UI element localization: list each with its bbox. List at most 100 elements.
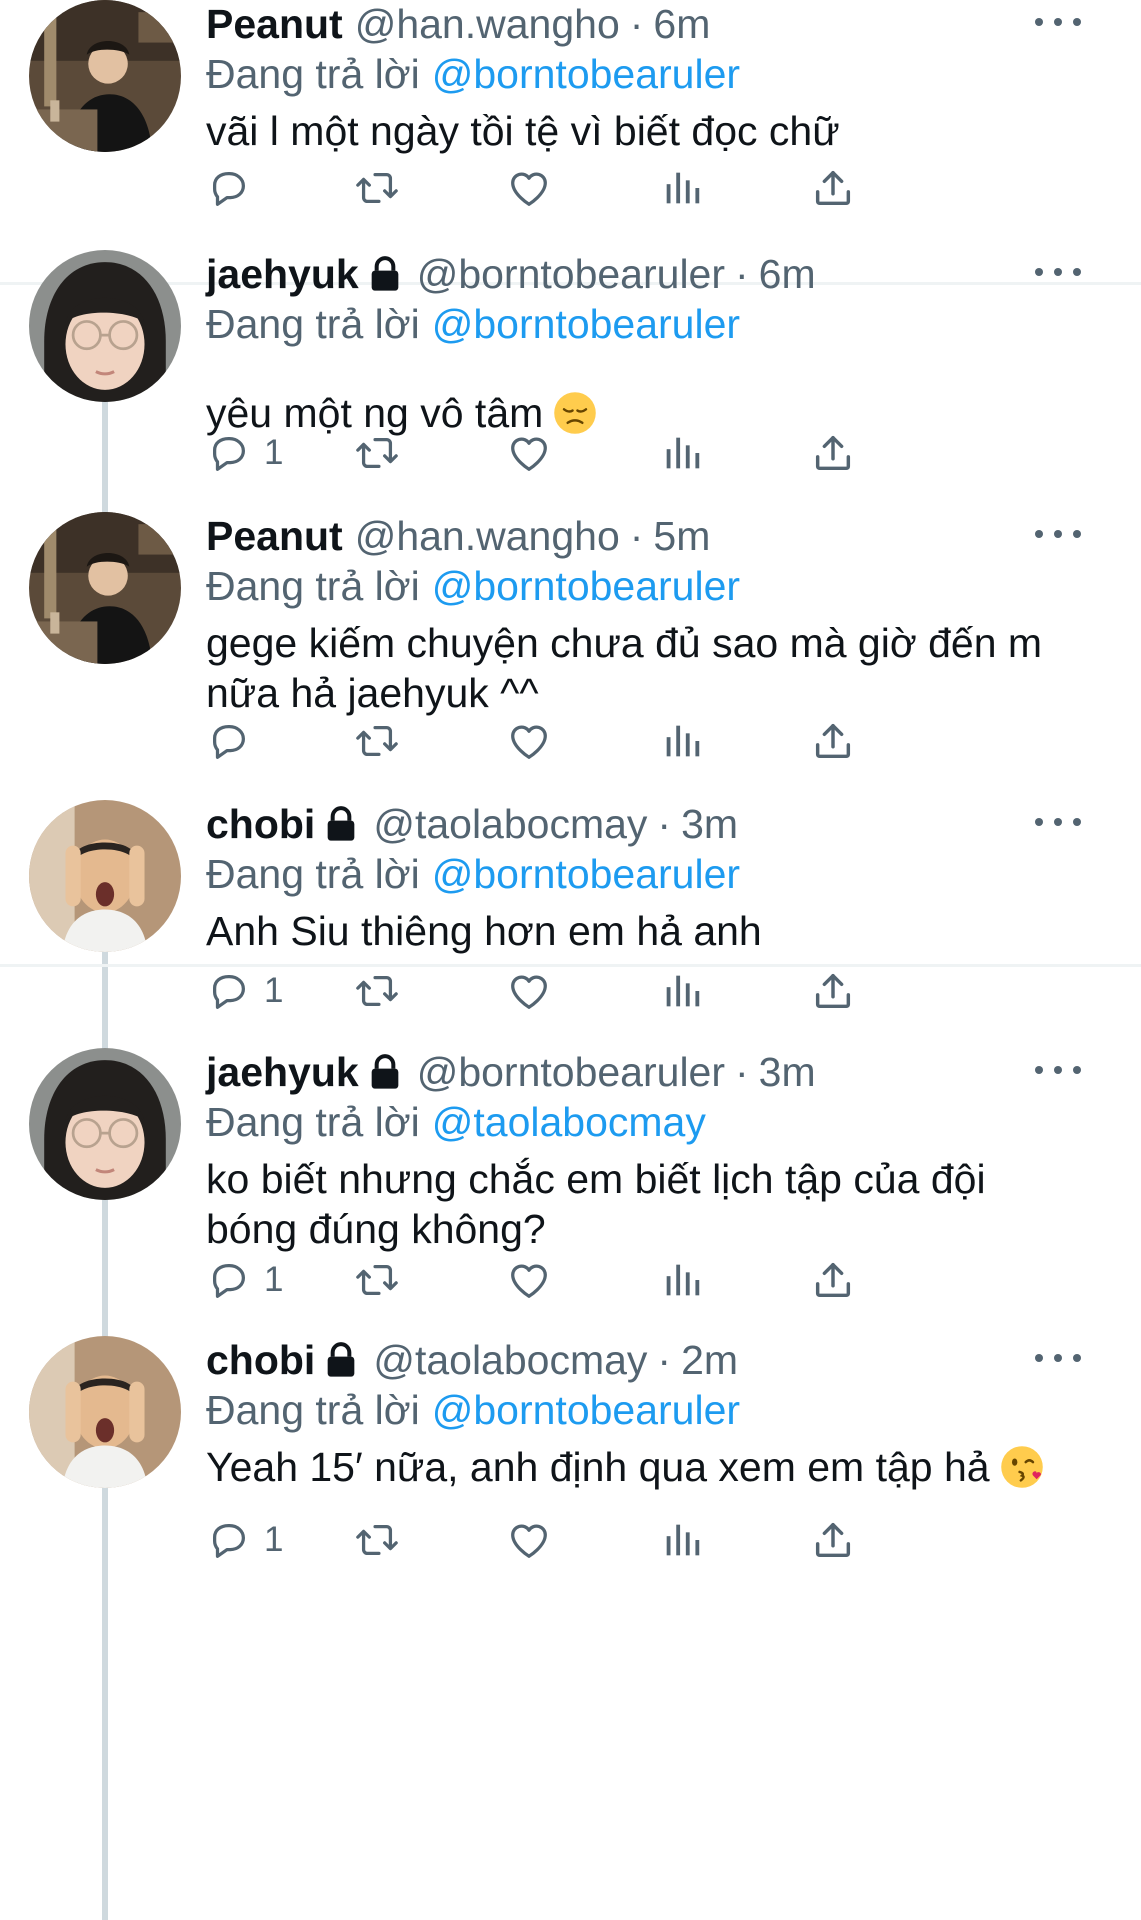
views-icon — [659, 165, 705, 211]
replying-to: Đang trả lời @borntobearuler — [206, 562, 1081, 610]
tweet-text-content: ko biết nhưng chắc em biết lịch tập của … — [206, 1156, 986, 1202]
tweet[interactable]: Peanut @han.wangho · 5m Đang trả lời @borntob… — [0, 512, 1141, 716]
views-button[interactable] — [659, 425, 705, 481]
username[interactable]: @han.wangho — [355, 0, 620, 48]
views-button[interactable] — [659, 713, 705, 769]
lock-icon — [365, 1052, 405, 1092]
share-button[interactable] — [810, 1512, 856, 1568]
username[interactable]: @borntobearuler — [417, 1048, 725, 1096]
share-icon — [810, 718, 856, 764]
action-bar: 1 — [206, 1252, 1036, 1308]
share-button[interactable] — [810, 963, 856, 1019]
reply-button[interactable] — [206, 713, 252, 769]
share-icon — [810, 165, 856, 211]
like-button[interactable] — [506, 160, 552, 216]
like-button[interactable] — [506, 1252, 552, 1308]
tweet-text-line: gege kiếm chuyện chưa đủ sao mà giờ đến … — [206, 618, 1081, 668]
reply-button[interactable] — [206, 160, 252, 216]
tweet[interactable]: jaehyuk @borntobearuler · 6m Đang trả lời @bo… — [0, 250, 1141, 436]
heart-icon — [506, 968, 552, 1014]
mention-link[interactable]: @borntobearuler — [432, 51, 740, 97]
separator-dot: · — [735, 1049, 749, 1095]
reply-button[interactable]: 1 — [206, 1512, 283, 1568]
timestamp[interactable]: 5m — [653, 512, 710, 560]
views-icon — [659, 968, 705, 1014]
tweet[interactable]: chobi @taolabocmay · 3m Đang trả lời @borntob… — [0, 800, 1141, 954]
replying-to: Đang trả lời @borntobearuler — [206, 1386, 1081, 1434]
timestamp[interactable]: 2m — [681, 1336, 738, 1384]
display-name[interactable]: chobi — [206, 800, 315, 848]
mention-link[interactable]: @taolabocmay — [432, 1099, 706, 1145]
share-button[interactable] — [810, 1252, 856, 1308]
avatar[interactable] — [29, 250, 181, 402]
timestamp[interactable]: 3m — [681, 800, 738, 848]
more-icon[interactable] — [1035, 252, 1081, 292]
replying-to-label: Đang trả lời — [206, 51, 420, 97]
reply-count: 1 — [264, 971, 284, 1010]
share-button[interactable] — [810, 713, 856, 769]
views-button[interactable] — [659, 160, 705, 216]
timestamp[interactable]: 6m — [653, 0, 710, 48]
share-icon — [810, 430, 856, 476]
reply-button[interactable]: 1 — [206, 1252, 283, 1308]
display-name[interactable]: Peanut — [206, 0, 343, 48]
more-icon[interactable] — [1035, 1338, 1081, 1378]
tweet-content: jaehyuk @borntobearuler · 3m Đang trả lời @ta… — [206, 1048, 1081, 1254]
tweet[interactable]: jaehyuk @borntobearuler · 3m Đang trả lời @ta… — [0, 1048, 1141, 1252]
tweet-text-line: bóng đúng không? — [206, 1206, 546, 1252]
username[interactable]: @taolabocmay — [373, 800, 647, 848]
retweet-button[interactable] — [354, 1512, 400, 1568]
retweet-button[interactable] — [354, 425, 400, 481]
like-button[interactable] — [506, 713, 552, 769]
more-icon[interactable] — [1035, 1050, 1081, 1090]
mention-link[interactable]: @borntobearuler — [432, 1387, 740, 1433]
views-button[interactable] — [659, 1252, 705, 1308]
display-name[interactable]: jaehyuk — [206, 250, 359, 298]
heart-icon — [506, 1257, 552, 1303]
share-button[interactable] — [810, 160, 856, 216]
username[interactable]: @han.wangho — [355, 512, 620, 560]
mention-link[interactable]: @borntobearuler — [432, 563, 740, 609]
tweet-content: jaehyuk @borntobearuler · 6m Đang trả lời @bo… — [206, 250, 1081, 438]
display-name[interactable]: jaehyuk — [206, 1048, 359, 1096]
mention-link[interactable]: @borntobearuler — [432, 851, 740, 897]
replying-to: Đang trả lời @borntobearuler — [206, 50, 1081, 98]
avatar[interactable] — [29, 800, 181, 952]
tweet[interactable]: Peanut @han.wangho · 6m Đang trả lời @borntob… — [0, 0, 1141, 154]
like-button[interactable] — [506, 425, 552, 481]
replying-to-label: Đang trả lời — [206, 301, 420, 347]
mention-link[interactable]: @borntobearuler — [432, 301, 740, 347]
like-button[interactable] — [506, 963, 552, 1019]
retweet-button[interactable] — [354, 713, 400, 769]
more-icon[interactable] — [1035, 802, 1081, 842]
display-name[interactable]: chobi — [206, 1336, 315, 1384]
username[interactable]: @borntobearuler — [417, 250, 725, 298]
reply-button[interactable]: 1 — [206, 425, 283, 481]
views-icon — [659, 430, 705, 476]
retweet-button[interactable] — [354, 1252, 400, 1308]
avatar[interactable] — [29, 1048, 181, 1200]
tweet[interactable]: chobi @taolabocmay · 2m Đang trả lời @borntob… — [0, 1336, 1141, 1490]
share-button[interactable] — [810, 425, 856, 481]
reply-button[interactable]: 1 — [206, 963, 283, 1019]
avatar[interactable] — [29, 1336, 181, 1488]
more-icon[interactable] — [1035, 514, 1081, 554]
tweet-text-line: Yeah 15′ nữa, anh định qua xem em tập hả — [206, 1442, 1081, 1492]
timestamp[interactable]: 3m — [759, 1048, 816, 1096]
timestamp[interactable]: 6m — [759, 250, 816, 298]
retweet-button[interactable] — [354, 160, 400, 216]
action-bar: 1 — [206, 1512, 1036, 1568]
tweet-header: chobi @taolabocmay · 2m — [206, 1336, 1081, 1384]
share-icon — [810, 1517, 856, 1563]
retweet-button[interactable] — [354, 963, 400, 1019]
username[interactable]: @taolabocmay — [373, 1336, 647, 1384]
more-icon[interactable] — [1035, 2, 1081, 42]
avatar[interactable] — [29, 512, 181, 664]
views-button[interactable] — [659, 963, 705, 1019]
views-button[interactable] — [659, 1512, 705, 1568]
reply-feed: Peanut @han.wangho · 6m Đang trả lời @borntob… — [0, 0, 1141, 1920]
tweet-text: Anh Siu thiêng hơn em hả anh — [206, 906, 1081, 956]
display-name[interactable]: Peanut — [206, 512, 343, 560]
avatar[interactable] — [29, 0, 181, 152]
like-button[interactable] — [506, 1512, 552, 1568]
